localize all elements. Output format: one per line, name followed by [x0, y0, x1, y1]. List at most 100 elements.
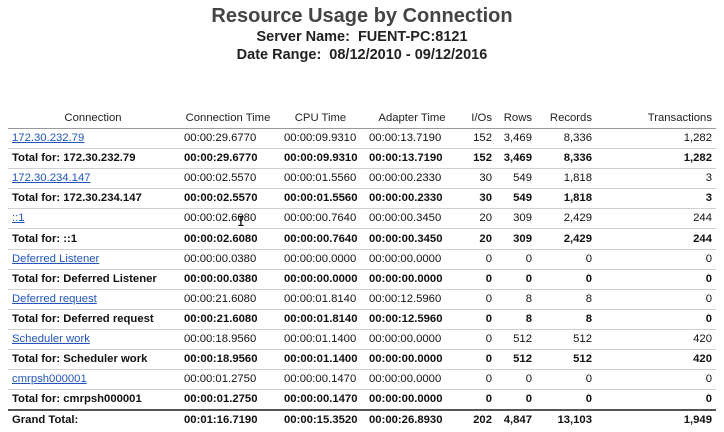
- cell-connection-time: 00:00:01.2750: [178, 389, 278, 411]
- cell-rows: 4,847: [496, 409, 536, 431]
- col-connection-time: Connection Time: [185, 112, 271, 124]
- col-adapter-time: Adapter Time: [378, 112, 446, 124]
- cell-cpu-time: 00:00:01.1400: [278, 349, 363, 371]
- cell-ios: 0: [461, 329, 496, 351]
- cell-connection-time: 00:00:29.6770: [178, 148, 278, 170]
- table-row: Scheduler work 00:00:18.9560 00:00:01.1400…: [8, 329, 716, 351]
- cell-adapter-time: 00:00:00.0000: [363, 369, 461, 391]
- cell-connection[interactable]: 172.30.234.147: [8, 168, 178, 190]
- connection-link[interactable]: Deferred request: [12, 293, 97, 305]
- cell-ios: 20: [461, 208, 496, 230]
- cell-adapter-time: 00:00:00.2330: [363, 188, 461, 210]
- cell-connection[interactable]: Scheduler work: [8, 329, 178, 351]
- cell-ios: 0: [461, 309, 496, 330]
- cell-transactions: 3: [596, 168, 716, 190]
- cell-records: 0: [536, 249, 596, 270]
- server-name-line: Server Name: FUENT-PC:8121: [0, 28, 724, 46]
- cell-records: 8,336: [536, 128, 596, 150]
- col-cpu-time: CPU Time: [294, 112, 347, 124]
- table-row: Deferred request 00:00:21.6080 00:00:01.81…: [8, 289, 716, 310]
- total-row: Total for: cmrpsh000001 00:00:01.2750 00:0…: [8, 389, 716, 411]
- grand-total-row: Grand Total: 00:01:16.7190 00:00:15.3520 00…: [8, 409, 716, 431]
- cell-ios: 20: [461, 228, 496, 250]
- cell-records: 8: [536, 289, 596, 310]
- table-row: Deferred Listener 00:00:00.0380 00:00:00.0…: [8, 249, 716, 270]
- cell-cpu-time: 00:00:01.5560: [278, 188, 363, 210]
- connection-link[interactable]: ::1: [12, 212, 25, 224]
- cell-adapter-time: 00:00:00.0000: [363, 249, 461, 270]
- cell-transactions: 1,282: [596, 128, 716, 150]
- cell-transactions: 0: [596, 249, 716, 270]
- cell-connection[interactable]: Deferred request: [8, 289, 178, 310]
- cell-rows: 8: [496, 309, 536, 330]
- table-body: 172.30.232.79 00:00:29.6770 00:00:09.9310 0…: [8, 128, 716, 431]
- cell-records: 8,336: [536, 148, 596, 170]
- cell-connection-time: 00:00:21.6080: [178, 309, 278, 330]
- cell-records: 13,103: [536, 409, 596, 431]
- cell-rows: 0: [496, 369, 536, 391]
- cell-ios: 152: [461, 148, 496, 170]
- date-range-value: 08/12/2010 - 09/12/2016: [329, 47, 488, 63]
- cell-rows: 309: [496, 208, 536, 230]
- cell-ios: 0: [461, 349, 496, 371]
- col-records: Records: [549, 112, 592, 124]
- cell-ios: 30: [461, 168, 496, 190]
- cell-cpu-time: 00:00:01.8140: [278, 289, 363, 310]
- cell-ios: 152: [461, 128, 496, 150]
- report-title: Resource Usage by Connection: [211, 5, 513, 27]
- cell-adapter-time: 00:00:00.3450: [363, 228, 461, 250]
- connection-link[interactable]: 172.30.232.79: [12, 132, 84, 144]
- col-transactions: Transactions: [647, 112, 712, 124]
- cell-ios: 0: [461, 369, 496, 391]
- cell-rows: 0: [496, 389, 536, 411]
- cell-cpu-time: 00:00:01.1400: [278, 329, 363, 351]
- cell-cpu-time: 00:00:00.7640: [278, 208, 363, 230]
- cell-connection: Total for: 172.30.234.147: [8, 188, 178, 210]
- cell-transactions: 0: [596, 389, 716, 411]
- cell-adapter-time: 00:00:12.5960: [363, 289, 461, 310]
- cell-adapter-time: 00:00:00.0000: [363, 329, 461, 351]
- total-row: Total for: 172.30.234.147 00:00:02.5570 00…: [8, 188, 716, 210]
- connection-link[interactable]: Deferred Listener: [12, 253, 99, 265]
- cell-rows: 0: [496, 249, 536, 270]
- cell-connection[interactable]: Deferred Listener: [8, 249, 178, 270]
- cell-adapter-time: 00:00:00.0000: [363, 269, 461, 290]
- cell-records: 1,818: [536, 188, 596, 210]
- cell-connection-time: 00:00:18.9560: [178, 329, 278, 351]
- cell-adapter-time: 00:00:26.8930: [363, 409, 461, 431]
- cell-connection-time: 00:00:02.6080: [178, 208, 278, 230]
- cell-connection: Grand Total:: [8, 409, 178, 431]
- cell-cpu-time: 00:00:01.5560: [278, 168, 363, 190]
- total-row: Total for: Scheduler work 00:00:18.9560 00…: [8, 349, 716, 371]
- cell-connection-time: 00:00:00.0380: [178, 269, 278, 290]
- connection-link[interactable]: 172.30.234.147: [12, 172, 91, 184]
- date-range-line: Date Range: 08/12/2010 - 09/12/2016: [0, 46, 724, 64]
- cell-cpu-time: 00:00:00.7640: [278, 228, 363, 250]
- cell-cpu-time: 00:00:00.1470: [278, 369, 363, 391]
- cell-transactions: 420: [596, 349, 716, 371]
- cell-connection: Total for: Scheduler work: [8, 349, 178, 371]
- cell-ios: 0: [461, 249, 496, 270]
- cell-transactions: 3: [596, 188, 716, 210]
- cell-transactions: 0: [596, 309, 716, 330]
- cell-cpu-time: 00:00:00.1470: [278, 389, 363, 411]
- cell-transactions: 0: [596, 289, 716, 310]
- cell-connection: Total for: ::1: [8, 228, 178, 250]
- cell-cpu-time: 00:00:00.0000: [278, 269, 363, 290]
- connection-link[interactable]: Scheduler work: [12, 333, 90, 345]
- cell-connection[interactable]: 172.30.232.79: [8, 128, 178, 150]
- cell-connection-time: 00:00:02.5570: [178, 188, 278, 210]
- cell-adapter-time: 00:00:12.5960: [363, 309, 461, 330]
- table-row: ::1 00:00:02.6080 00:00:00.7640 00:00:00.34…: [8, 208, 716, 230]
- cell-adapter-time: 00:00:00.0000: [363, 389, 461, 411]
- col-ios: I/Os: [471, 112, 492, 124]
- cell-connection[interactable]: cmrpsh000001: [8, 369, 178, 391]
- cell-rows: 512: [496, 349, 536, 371]
- cell-connection[interactable]: ::1: [8, 208, 178, 230]
- cell-rows: 549: [496, 168, 536, 190]
- cell-connection: Total for: Deferred request: [8, 309, 178, 330]
- col-connection: Connection: [64, 112, 122, 124]
- connection-link[interactable]: cmrpsh000001: [12, 373, 87, 385]
- cell-records: 8: [536, 309, 596, 330]
- cell-records: 512: [536, 329, 596, 351]
